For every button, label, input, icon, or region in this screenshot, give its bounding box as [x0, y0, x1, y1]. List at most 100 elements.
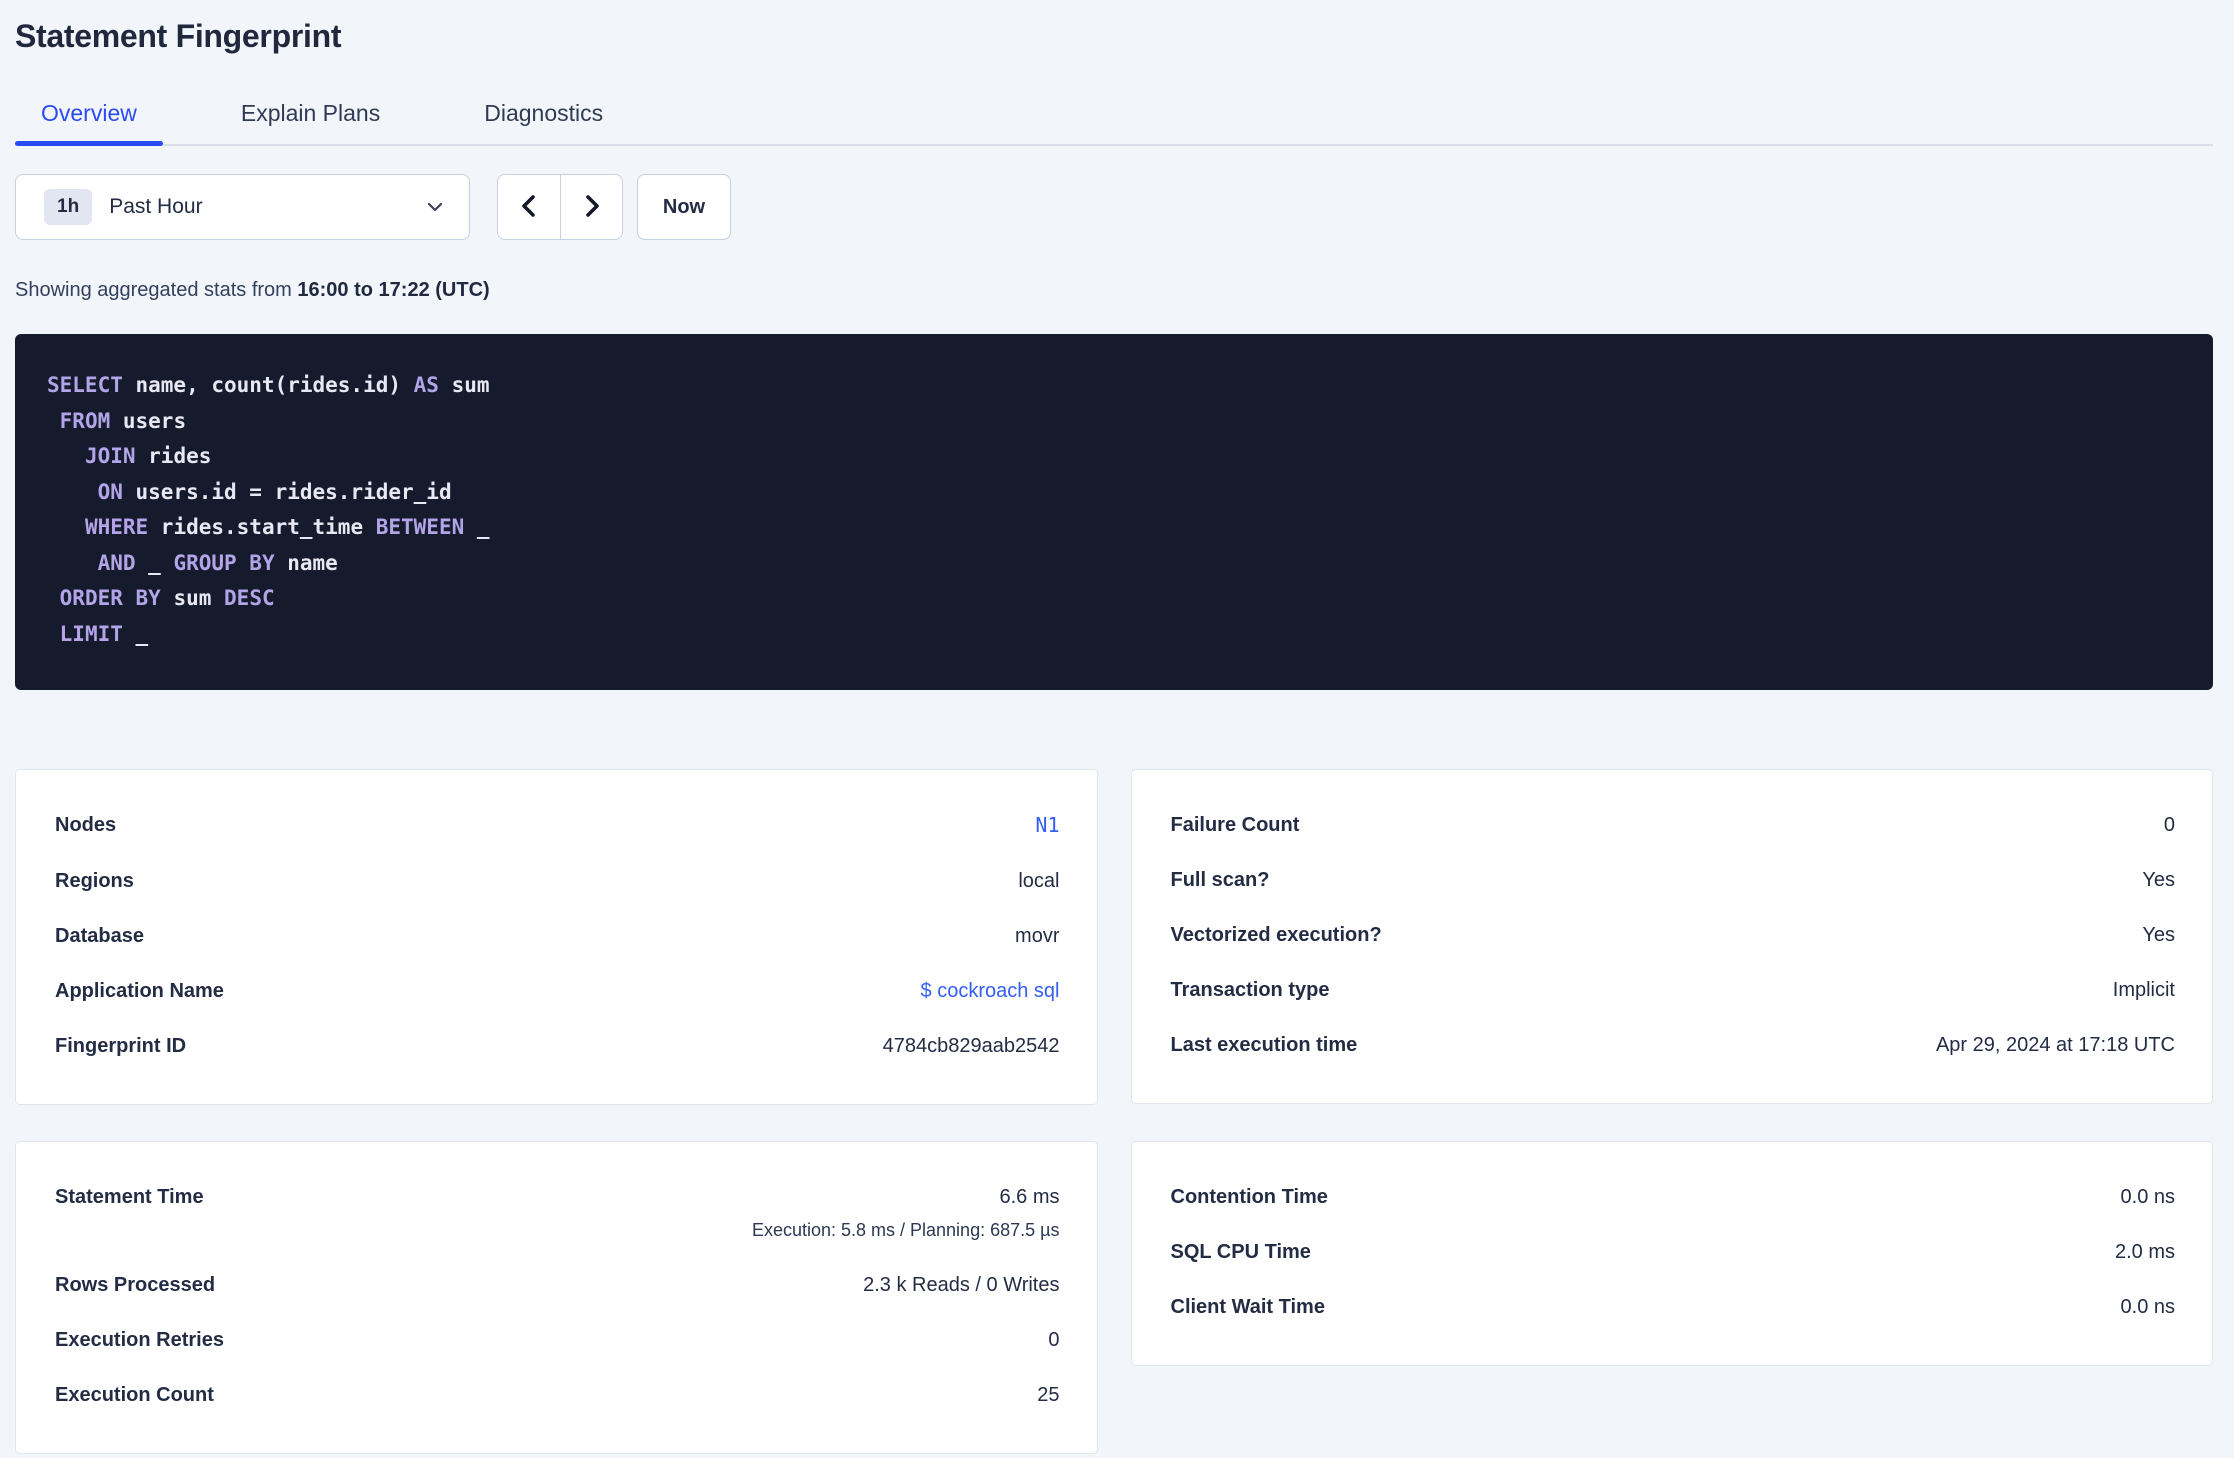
stat-value-group: Apr 29, 2024 at 17:18 UTC [1936, 1031, 2175, 1059]
stat-label: Fingerprint ID [55, 1035, 187, 1057]
sql-line: WHERE rides.start_time BETWEEN _ [47, 510, 2181, 546]
sql-line: ON users.id = rides.rider_id [47, 475, 2181, 511]
sql-text: rides [135, 444, 212, 468]
sql-keyword: ORDER BY [59, 586, 161, 610]
stat-row-database: Database movr [55, 922, 1060, 950]
sql-keyword: WHERE [84, 515, 149, 539]
stat-label: Vectorized execution? [1170, 924, 1382, 946]
stat-row-sql-cpu-time: SQL CPU Time 2.0 ms [1171, 1238, 2176, 1266]
time-step-buttons [497, 174, 623, 240]
stat-row-client-wait-time: Client Wait Time 0.0 ns [1171, 1293, 2176, 1321]
link-application-name[interactable]: $ cockroach sql [921, 980, 1060, 1002]
stat-value-group: 2.3 k Reads / 0 Writes [863, 1271, 1059, 1299]
stat-row-statement-time: Statement Time 6.6 ms Execution: 5.8 ms / … [55, 1183, 1060, 1244]
value-fingerprint-id: 4784cb829aab2542 [882, 1035, 1060, 1057]
stat-value-group: 4784cb829aab2542 [883, 1032, 1060, 1060]
sql-keyword: SELECT [47, 373, 123, 397]
link-nodes[interactable]: N1 [1035, 813, 1059, 837]
sql-line: AND _ GROUP BY name [47, 546, 2181, 582]
sql-text: name [274, 550, 338, 575]
sql-line: ORDER BY sum DESC [47, 581, 2181, 617]
stat-subvalue: Execution: 5.8 ms / Planning: 687.5 µs [751, 1220, 1060, 1240]
value-rows-processed: 2.3 k Reads / 0 Writes [863, 1274, 1060, 1296]
aggregation-interval-range: 16:00 to 17:22 (UTC) [297, 279, 490, 301]
wait-times-card: Contention Time 0.0 ns SQL CPU Time 2.0 ms C… [1130, 1141, 2213, 1366]
sql-text: users [110, 408, 187, 433]
sql-keyword: AND [97, 550, 136, 575]
tab-explain-plans[interactable]: Explain Plans [215, 99, 406, 144]
stat-value-group: Implicit [2113, 976, 2175, 1004]
value-last-execution-time: Apr 29, 2024 at 17:18 UTC [1935, 1034, 2175, 1056]
sql-text: sum [438, 373, 490, 397]
stat-value-group: 6.6 ms Execution: 5.8 ms / Planning: 687.… [752, 1183, 1060, 1244]
stat-row-nodes: Nodes N1 [55, 811, 1060, 840]
time-range-label: Past Hour [109, 195, 203, 218]
sql-text: name, count(rides.id) [122, 373, 414, 397]
stat-label: Rows Processed [55, 1274, 216, 1296]
stat-value-group: 2.0 ms [2115, 1238, 2175, 1266]
stat-label: SQL CPU Time [1170, 1241, 1311, 1263]
stat-value-group: 0.0 ns [2121, 1183, 2175, 1211]
sql-keyword: ON [97, 479, 123, 504]
sql-line: SELECT name, count(rides.id) AS sum [47, 368, 2181, 404]
sql-keyword: FROM [59, 408, 111, 433]
stat-label: Client Wait Time [1170, 1296, 1325, 1318]
time-prev-button[interactable] [498, 175, 560, 239]
stat-row-rows-processed: Rows Processed 2.3 k Reads / 0 Writes [55, 1271, 1060, 1299]
value-full-scan: Yes [2142, 869, 2175, 891]
tab-diagnostics[interactable]: Diagnostics [458, 99, 629, 144]
stat-row-execution-retries: Execution Retries 0 [55, 1326, 1060, 1354]
stat-label: Transaction type [1170, 979, 1330, 1001]
stat-label: Full scan? [1170, 869, 1270, 891]
sql-line: FROM users [47, 404, 2181, 440]
value-contention-time: 0.0 ns [2120, 1186, 2175, 1208]
sql-text: _ [464, 515, 490, 539]
sql-text: sum [160, 586, 225, 610]
stat-row-fingerprint-id: Fingerprint ID 4784cb829aab2542 [55, 1032, 1060, 1060]
stat-label: Nodes [55, 814, 117, 836]
time-range-selector[interactable]: 1h Past Hour [15, 174, 470, 240]
sql-text: rides.start_time [148, 515, 376, 539]
stat-label: Database [55, 925, 144, 947]
value-vectorized-execution: Yes [2142, 924, 2175, 946]
value-execution-count: 25 [1037, 1384, 1060, 1406]
time-toolbar: 1h Past Hour Now [15, 174, 2213, 240]
value-sql-cpu-time: 2.0 ms [2114, 1241, 2175, 1263]
sql-statement: SELECT name, count(rides.id) AS sum FROM… [15, 334, 2213, 690]
stat-value-group: local [1018, 867, 1059, 895]
value-regions: local [1018, 870, 1060, 892]
sql-text: users.id = rides.rider_id [122, 479, 452, 504]
stat-label: Execution Count [55, 1384, 214, 1406]
now-button[interactable]: Now [637, 174, 731, 240]
sql-keyword: JOIN [84, 444, 136, 468]
tab-bar: Overview Explain Plans Diagnostics [15, 99, 2213, 146]
value-database: movr [1015, 925, 1060, 947]
stat-label: Failure Count [1170, 814, 1300, 836]
stat-row-regions: Regions local [55, 867, 1060, 895]
value-transaction-type: Implicit [2112, 979, 2175, 1001]
stat-label: Application Name [55, 980, 224, 1002]
stat-row-full-scan: Full scan? Yes [1171, 866, 2176, 894]
statement-times-card: Statement Time 6.6 ms Execution: 5.8 ms / … [15, 1141, 1098, 1454]
sql-keyword: AS [413, 373, 439, 397]
stat-label: Execution Retries [55, 1329, 224, 1351]
stat-value-group: 0 [1048, 1326, 1059, 1354]
sql-keyword: DESC [224, 586, 275, 610]
sql-text: _ [135, 550, 174, 575]
value-statement-time: 6.6 ms [999, 1186, 1060, 1208]
stat-row-contention-time: Contention Time 0.0 ns [1171, 1183, 2176, 1211]
sql-line: JOIN rides [47, 439, 2181, 475]
tab-overview[interactable]: Overview [15, 99, 163, 146]
statement-details-card: Nodes N1 Regions local Database movr Applicati… [15, 769, 1098, 1105]
stat-value-group: movr [1015, 922, 1059, 950]
stat-value-group: 0 [2164, 811, 2175, 839]
time-next-button[interactable] [560, 175, 622, 239]
stat-label: Statement Time [55, 1186, 204, 1208]
stat-row-failure-count: Failure Count 0 [1171, 811, 2176, 839]
stat-value-group: 0.0 ns [2121, 1293, 2175, 1321]
